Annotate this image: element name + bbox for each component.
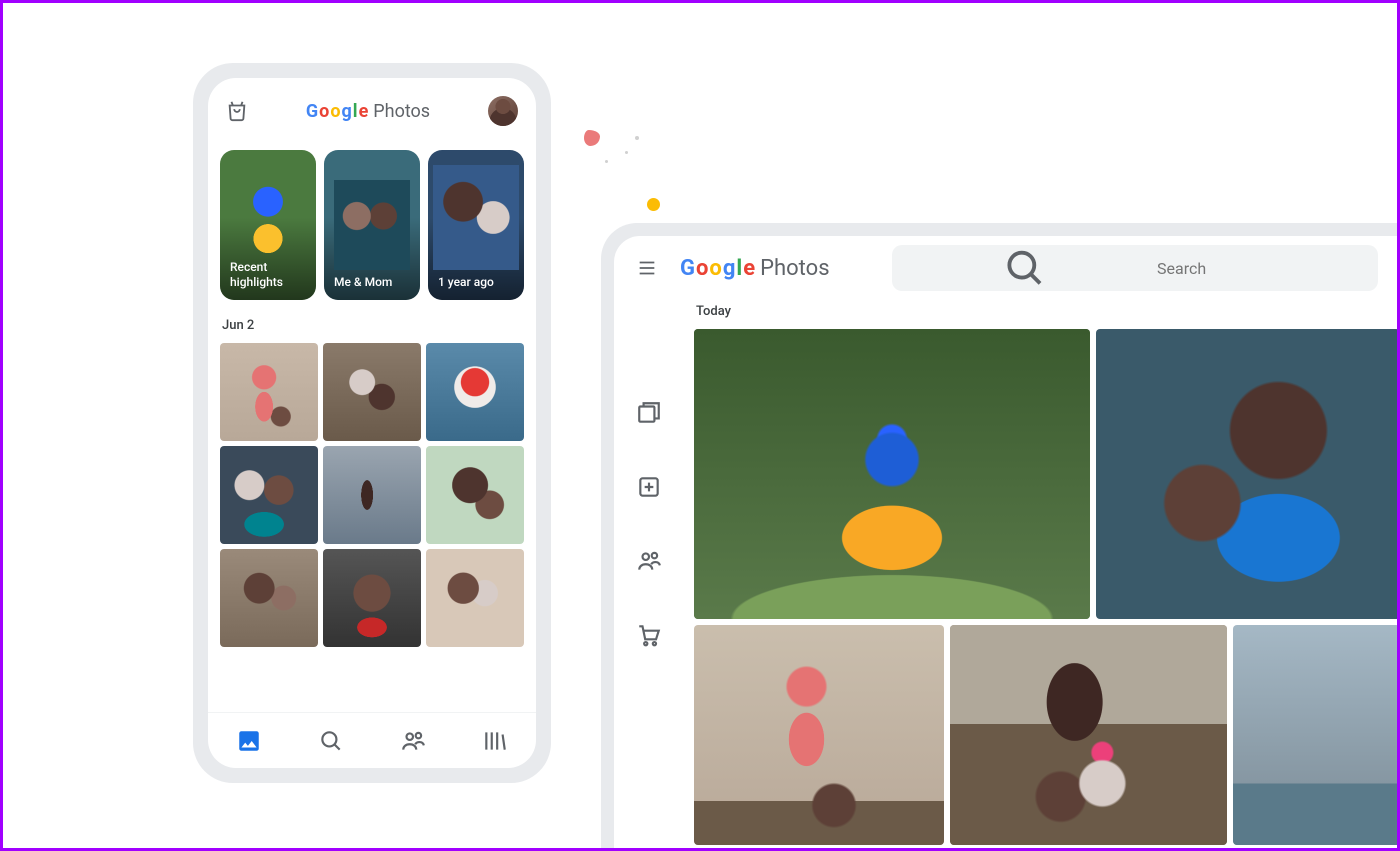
memory-label: Me & Mom xyxy=(334,275,392,290)
desktop-header: G o o g l e Photos xyxy=(614,236,1400,300)
nav-library[interactable] xyxy=(482,728,508,754)
memory-card[interactable]: 1 year ago xyxy=(428,150,524,300)
photo-thumbnail[interactable] xyxy=(220,343,318,441)
rail-utilities[interactable] xyxy=(636,474,662,500)
desktop-nav-rail xyxy=(614,300,684,851)
logo-word: Photos xyxy=(760,256,829,281)
desktop-device-frame: G o o g l e Photos xyxy=(601,223,1400,851)
photo-thumbnail[interactable] xyxy=(426,343,524,441)
desktop-screen: G o o g l e Photos xyxy=(614,236,1400,851)
memories-carousel[interactable]: Recent highlights Me & Mom 1 year ago xyxy=(220,150,524,300)
rail-print-store[interactable] xyxy=(636,622,662,648)
logo-letter: l xyxy=(353,101,358,122)
search-icon xyxy=(318,728,344,754)
search-icon xyxy=(908,245,1141,291)
print-store-icon xyxy=(636,622,662,648)
logo-letter: G xyxy=(306,101,318,122)
rail-sharing[interactable] xyxy=(636,548,662,574)
account-avatar[interactable] xyxy=(488,96,518,126)
rail-photos[interactable] xyxy=(636,326,662,352)
logo-letter: g xyxy=(723,256,736,281)
sharing-icon xyxy=(400,728,426,754)
explore-icon xyxy=(636,400,662,426)
logo-letter: l xyxy=(736,256,742,281)
decorative-shape xyxy=(647,198,660,211)
section-date-header: Jun 2 xyxy=(220,318,524,343)
logo-letter: G xyxy=(680,256,695,281)
logo-letter: o xyxy=(709,256,721,281)
photo-thumbnail[interactable] xyxy=(950,625,1228,845)
decorative-shape xyxy=(625,151,628,154)
memory-label: Recent highlights xyxy=(230,260,306,290)
photo-grid xyxy=(694,329,1400,845)
logo-letter: g xyxy=(342,101,352,122)
main-menu-button[interactable] xyxy=(636,257,658,279)
photo-thumbnail[interactable] xyxy=(220,549,318,647)
phone-device-frame: G o o g l e Photos Recent highlights Me … xyxy=(193,63,551,783)
photo-thumbnail[interactable] xyxy=(220,446,318,544)
memory-label: 1 year ago xyxy=(438,275,494,290)
photo-thumbnail[interactable] xyxy=(426,549,524,647)
nav-search[interactable] xyxy=(318,728,344,754)
photo-thumbnail[interactable] xyxy=(1096,329,1400,619)
marketing-viewport: G o o g l e Photos Recent highlights Me … xyxy=(0,0,1400,851)
phone-content: Recent highlights Me & Mom 1 year ago Ju… xyxy=(208,138,536,712)
photos-icon xyxy=(236,728,262,754)
photo-thumbnail[interactable] xyxy=(426,446,524,544)
decorative-shape xyxy=(584,130,600,146)
logo-letter: o xyxy=(696,256,708,281)
memory-card[interactable]: Me & Mom xyxy=(324,150,420,300)
photos-icon xyxy=(636,326,662,352)
logo-letter: o xyxy=(319,101,329,122)
app-logo[interactable]: G o o g l e Photos xyxy=(680,256,830,281)
decorative-shape xyxy=(635,136,639,140)
phone-header: G o o g l e Photos xyxy=(208,78,536,138)
library-icon xyxy=(482,728,508,754)
nav-sharing[interactable] xyxy=(400,728,426,754)
logo-word: Photos xyxy=(373,101,430,122)
logo-letter: e xyxy=(359,101,369,122)
desktop-body: Today xyxy=(614,300,1400,851)
search-bar[interactable] xyxy=(892,245,1378,291)
phone-screen: G o o g l e Photos Recent highlights Me … xyxy=(208,78,536,768)
search-input[interactable] xyxy=(1155,258,1362,279)
photo-grid xyxy=(220,343,524,647)
photo-thumbnail[interactable] xyxy=(323,446,421,544)
app-logo: G o o g l e Photos xyxy=(306,101,430,122)
utilities-icon xyxy=(636,474,662,500)
print-store-icon[interactable] xyxy=(226,100,248,122)
nav-photos[interactable] xyxy=(236,728,262,754)
logo-letter: o xyxy=(330,101,340,122)
sharing-icon xyxy=(636,548,662,574)
decorative-shape xyxy=(605,160,608,163)
photo-thumbnail[interactable] xyxy=(694,329,1090,619)
section-date-header: Today xyxy=(694,304,1400,329)
photo-thumbnail[interactable] xyxy=(323,343,421,441)
photo-thumbnail[interactable] xyxy=(323,549,421,647)
hamburger-icon xyxy=(636,257,658,279)
memory-card[interactable]: Recent highlights xyxy=(220,150,316,300)
rail-explore[interactable] xyxy=(636,400,662,426)
phone-bottom-nav xyxy=(208,712,536,768)
logo-letter: e xyxy=(743,256,755,281)
photo-thumbnail[interactable] xyxy=(1233,625,1400,845)
photo-thumbnail[interactable] xyxy=(694,625,944,845)
desktop-main: Today xyxy=(684,300,1400,851)
